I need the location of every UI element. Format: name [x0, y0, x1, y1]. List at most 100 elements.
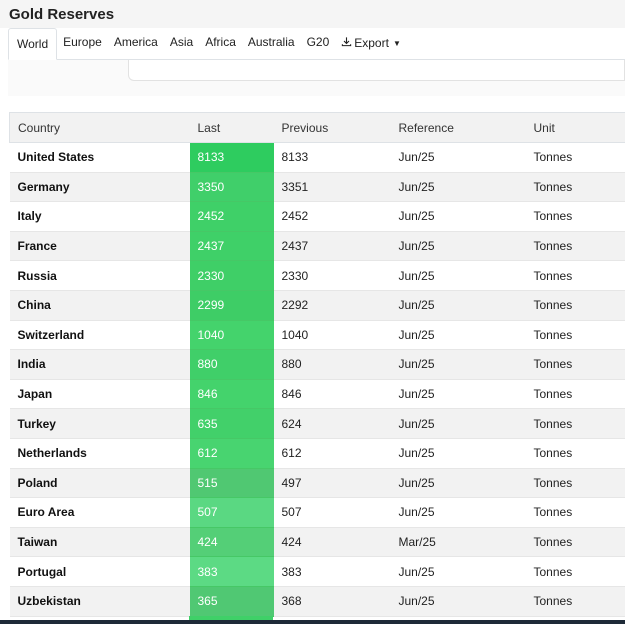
previous-value-cell: 2292 — [273, 290, 391, 321]
previous-value-cell: 2452 — [273, 201, 391, 232]
table-row[interactable]: France 2437 2437 Jun/25 Tonnes — [9, 231, 625, 262]
previous-value-cell: 424 — [273, 527, 391, 558]
unit-cell: Tonnes — [525, 231, 625, 262]
reference-cell: Jun/25 — [390, 497, 526, 528]
download-icon — [341, 28, 352, 59]
country-cell[interactable]: Switzerland — [9, 320, 190, 351]
country-cell[interactable]: China — [9, 290, 190, 321]
unit-cell: Tonnes — [525, 556, 625, 587]
previous-value-cell: 3351 — [273, 172, 391, 203]
reserves-table-container: Country Last Previous Reference Unit Uni… — [9, 112, 625, 617]
last-value-cell: 507 — [189, 497, 274, 528]
chart-panel-area — [8, 60, 625, 96]
tab-australia[interactable]: Australia — [242, 27, 301, 59]
header-reference[interactable]: Reference — [390, 112, 526, 143]
country-cell[interactable]: Turkey — [9, 408, 190, 439]
table-row[interactable]: Russia 2330 2330 Jun/25 Tonnes — [9, 260, 625, 291]
unit-cell: Tonnes — [525, 379, 625, 410]
last-value-cell: 2452 — [189, 201, 274, 232]
previous-value-cell: 624 — [273, 408, 391, 439]
tab-world[interactable]: World — [8, 28, 58, 60]
header-country[interactable]: Country — [9, 112, 190, 143]
country-cell[interactable]: Uzbekistan — [9, 586, 190, 617]
last-value-cell: 8133 — [189, 142, 274, 173]
unit-cell: Tonnes — [525, 142, 625, 173]
country-cell[interactable]: Netherlands — [9, 438, 190, 469]
table-row[interactable]: Uzbekistan 365 368 Jun/25 Tonnes — [9, 586, 625, 617]
previous-value-cell: 383 — [273, 556, 391, 587]
country-cell[interactable]: Japan — [9, 379, 190, 410]
previous-value-cell: 846 — [273, 379, 391, 410]
last-value-cell: 383 — [189, 556, 274, 587]
reference-cell: Jun/25 — [390, 556, 526, 587]
previous-value-cell: 2437 — [273, 231, 391, 262]
country-cell[interactable]: France — [9, 231, 190, 262]
country-cell[interactable]: Portugal — [9, 556, 190, 587]
header-previous[interactable]: Previous — [273, 112, 391, 143]
country-cell[interactable]: India — [9, 349, 190, 380]
last-value-cell: 424 — [189, 527, 274, 558]
table-header-row: Country Last Previous Reference Unit — [9, 112, 625, 143]
country-cell[interactable]: United States — [9, 142, 190, 173]
last-value-cell: 635 — [189, 408, 274, 439]
page-title: Gold Reserves — [9, 6, 115, 23]
reference-cell: Jun/25 — [390, 201, 526, 232]
table-row[interactable]: Netherlands 612 612 Jun/25 Tonnes — [9, 438, 625, 469]
country-cell[interactable]: Italy — [9, 201, 190, 232]
table-row[interactable]: Italy 2452 2452 Jun/25 Tonnes — [9, 201, 625, 232]
country-cell[interactable]: Russia — [9, 260, 190, 291]
reference-cell: Jun/25 — [390, 320, 526, 351]
tab-europe[interactable]: Europe — [57, 27, 108, 59]
country-cell[interactable]: Germany — [9, 172, 190, 203]
tab-america[interactable]: America — [108, 27, 164, 59]
chart-panel — [128, 60, 625, 81]
reference-cell: Jun/25 — [390, 231, 526, 262]
previous-value-cell: 507 — [273, 497, 391, 528]
country-cell[interactable]: Taiwan — [9, 527, 190, 558]
unit-cell: Tonnes — [525, 586, 625, 617]
reference-cell: Jun/25 — [390, 379, 526, 410]
caret-down-icon: ▼ — [392, 38, 401, 48]
table-row[interactable]: Switzerland 1040 1040 Jun/25 Tonnes — [9, 320, 625, 351]
table-row[interactable]: China 2299 2292 Jun/25 Tonnes — [9, 290, 625, 321]
table-row[interactable]: Portugal 383 383 Jun/25 Tonnes — [9, 556, 625, 587]
last-value-cell: 612 — [189, 438, 274, 469]
unit-cell: Tonnes — [525, 408, 625, 439]
unit-cell: Tonnes — [525, 497, 625, 528]
tab-g20[interactable]: G20 — [301, 27, 336, 59]
reference-cell: Jun/25 — [390, 260, 526, 291]
table-row[interactable]: Japan 846 846 Jun/25 Tonnes — [9, 379, 625, 410]
header-unit[interactable]: Unit — [525, 112, 625, 143]
reference-cell: Mar/25 — [390, 527, 526, 558]
region-tabs: World Europe America Asia Africa Austral… — [8, 28, 625, 60]
table-row[interactable]: Germany 3350 3351 Jun/25 Tonnes — [9, 172, 625, 203]
last-value-cell: 3350 — [189, 172, 274, 203]
previous-value-cell: 1040 — [273, 320, 391, 351]
table-row[interactable]: India 880 880 Jun/25 Tonnes — [9, 349, 625, 380]
table-row[interactable]: Euro Area 507 507 Jun/25 Tonnes — [9, 497, 625, 528]
country-cell[interactable]: Poland — [9, 468, 190, 499]
reference-cell: Jun/25 — [390, 586, 526, 617]
previous-value-cell: 8133 — [273, 142, 391, 173]
unit-cell: Tonnes — [525, 349, 625, 380]
reference-cell: Jun/25 — [390, 172, 526, 203]
reference-cell: Jun/25 — [390, 408, 526, 439]
tab-africa[interactable]: Africa — [199, 27, 242, 59]
tab-asia[interactable]: Asia — [164, 27, 199, 59]
table-row[interactable]: United States 8133 8133 Jun/25 Tonnes — [9, 142, 625, 173]
export-button[interactable]: Export ▼ — [335, 27, 407, 59]
unit-cell: Tonnes — [525, 260, 625, 291]
last-value-cell: 515 — [189, 468, 274, 499]
table-row[interactable]: Taiwan 424 424 Mar/25 Tonnes — [9, 527, 625, 558]
last-value-cell: 846 — [189, 379, 274, 410]
country-cell[interactable]: Euro Area — [9, 497, 190, 528]
previous-value-cell: 2330 — [273, 260, 391, 291]
reference-cell: Jun/25 — [390, 468, 526, 499]
previous-value-cell: 880 — [273, 349, 391, 380]
unit-cell: Tonnes — [525, 438, 625, 469]
reference-cell: Jun/25 — [390, 142, 526, 173]
table-row[interactable]: Turkey 635 624 Jun/25 Tonnes — [9, 408, 625, 439]
last-value-cell: 880 — [189, 349, 274, 380]
table-row[interactable]: Poland 515 497 Jun/25 Tonnes — [9, 468, 625, 499]
header-last[interactable]: Last — [189, 112, 274, 143]
